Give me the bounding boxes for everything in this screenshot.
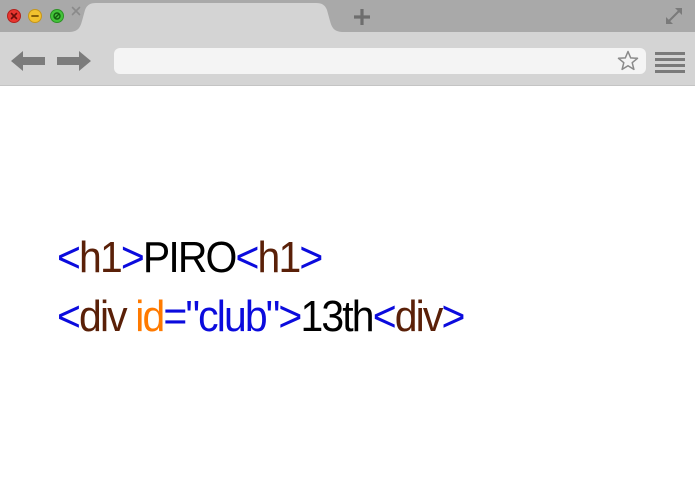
code-line-div: <div id="club">13th<div> bbox=[57, 291, 465, 343]
toolbar bbox=[0, 32, 695, 86]
open-bracket: < bbox=[235, 233, 260, 282]
quote-bracket: "> bbox=[265, 292, 303, 341]
active-tab[interactable] bbox=[68, 3, 344, 32]
tag-name: h1 bbox=[257, 233, 302, 282]
close-bracket: > bbox=[120, 233, 145, 282]
tag-name: h1 bbox=[79, 233, 123, 282]
equals-quote: =" bbox=[163, 292, 200, 341]
plus-icon[interactable] bbox=[352, 7, 372, 27]
open-bracket: < bbox=[57, 233, 81, 282]
star-icon[interactable] bbox=[616, 49, 640, 73]
maximize-icon bbox=[53, 12, 61, 20]
expand-icon[interactable] bbox=[664, 6, 684, 26]
attribute-value: club bbox=[198, 292, 267, 341]
close-bracket: > bbox=[441, 292, 465, 341]
div-text: 13th bbox=[300, 292, 374, 341]
arrow-right-icon[interactable] bbox=[56, 50, 92, 72]
arrow-left-icon[interactable] bbox=[10, 50, 46, 72]
tab-strip bbox=[0, 0, 695, 32]
page-content: <h1>PIRO<h1> <div id="club">13th<div> bbox=[0, 86, 695, 500]
minimize-icon bbox=[31, 15, 39, 17]
address-bar[interactable] bbox=[114, 48, 646, 74]
browser-window: <h1>PIRO<h1> <div id="club">13th<div> bbox=[0, 0, 695, 500]
close-bracket: > bbox=[299, 233, 323, 282]
attribute-name: id bbox=[135, 292, 165, 341]
open-bracket: < bbox=[57, 292, 81, 341]
tag-name: div bbox=[79, 292, 128, 341]
code-line-h1: <h1>PIRO<h1> bbox=[57, 232, 323, 284]
address-input[interactable] bbox=[124, 48, 604, 74]
hamburger-icon[interactable] bbox=[655, 51, 685, 73]
close-icon bbox=[10, 12, 18, 20]
maximize-window-button[interactable] bbox=[50, 9, 64, 23]
minimize-window-button[interactable] bbox=[28, 9, 42, 23]
close-window-button[interactable] bbox=[7, 9, 21, 23]
open-bracket: < bbox=[372, 292, 397, 341]
heading-text: PIRO bbox=[142, 233, 237, 282]
tab-shape bbox=[68, 3, 344, 32]
tag-name: div bbox=[394, 292, 444, 341]
close-icon[interactable] bbox=[68, 3, 84, 19]
